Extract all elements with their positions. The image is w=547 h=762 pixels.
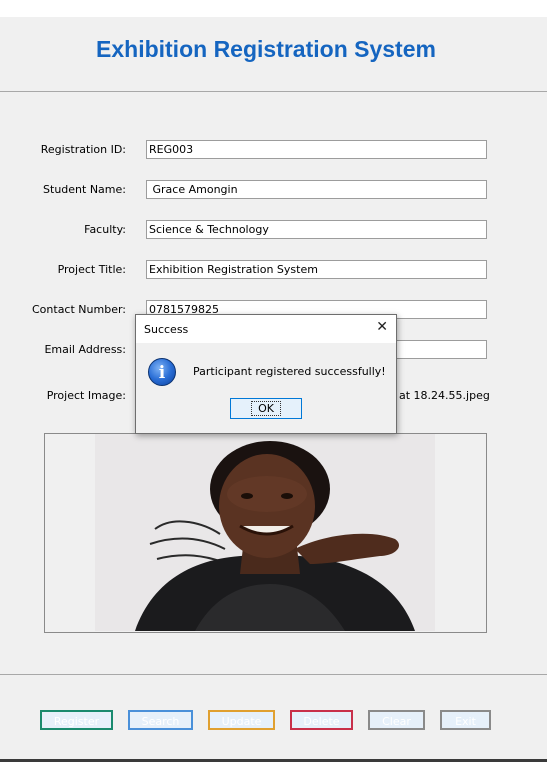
student-name-label: Student Name: xyxy=(43,183,126,196)
footer-divider xyxy=(0,674,547,675)
student-name-field[interactable] xyxy=(146,180,487,199)
exit-button[interactable]: Exit xyxy=(440,710,491,730)
page-title: Exhibition Registration System xyxy=(96,36,436,62)
email-address-label: Email Address: xyxy=(44,343,126,356)
faculty-label: Faculty: xyxy=(84,223,126,236)
project-title-field[interactable] xyxy=(146,260,487,279)
ok-button[interactable]: OK xyxy=(230,398,302,419)
registration-id-field[interactable] xyxy=(146,140,487,159)
registration-id-label: Registration ID: xyxy=(40,143,126,156)
faculty-input[interactable] xyxy=(149,221,486,238)
register-button[interactable]: Register xyxy=(40,710,113,730)
registration-id-input[interactable] xyxy=(149,141,486,158)
delete-button[interactable]: Delete xyxy=(290,710,353,730)
project-image-path: at 18.24.55.jpeg xyxy=(399,389,490,402)
project-image-label: Project Image: xyxy=(46,389,126,402)
header-divider xyxy=(0,91,547,92)
project-title-input[interactable] xyxy=(149,261,486,278)
success-dialog: Success ✕ i Participant registered succe… xyxy=(135,314,397,434)
dialog-body xyxy=(136,343,396,433)
contact-number-label: Contact Number: xyxy=(32,303,126,316)
student-name-input[interactable] xyxy=(149,181,486,198)
info-icon: i xyxy=(148,358,176,386)
dialog-title: Success xyxy=(144,323,189,336)
faculty-field[interactable] xyxy=(146,220,487,239)
clear-button[interactable]: Clear xyxy=(368,710,425,730)
participant-photo xyxy=(95,434,435,631)
dialog-message: Participant registered successfully! xyxy=(193,365,386,378)
close-icon[interactable]: ✕ xyxy=(376,319,388,335)
search-button[interactable]: Search xyxy=(128,710,193,730)
project-title-label: Project Title: xyxy=(57,263,126,276)
ok-button-label: OK xyxy=(251,401,281,416)
project-image-preview xyxy=(95,434,435,631)
update-button[interactable]: Update xyxy=(208,710,275,730)
top-strip xyxy=(0,0,547,17)
